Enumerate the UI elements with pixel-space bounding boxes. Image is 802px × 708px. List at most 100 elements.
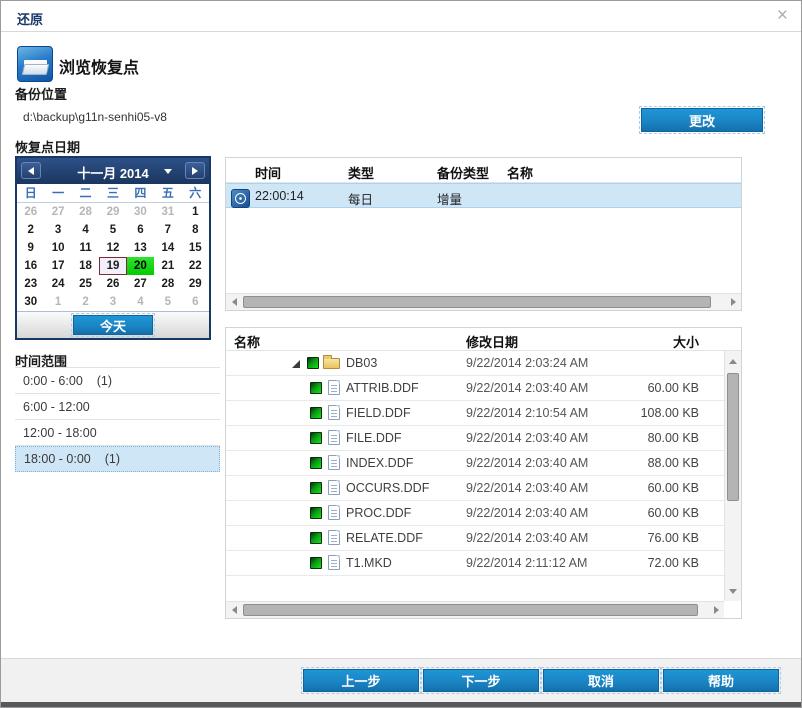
scrollbar-thumb[interactable] <box>727 373 739 501</box>
cancel-button[interactable]: 取消 <box>541 667 661 694</box>
column-header-name[interactable]: 名称 <box>234 332 260 351</box>
calendar-day[interactable]: 4 <box>127 293 154 311</box>
next-button[interactable]: 下一步 <box>421 667 541 694</box>
close-icon[interactable]: × <box>777 6 788 26</box>
calendar-day[interactable]: 7 <box>154 221 181 239</box>
file-row[interactable]: INDEX.DDF 9/22/2014 2:03:40 AM 88.00 KB <box>226 451 724 476</box>
calendar-day[interactable]: 27 <box>127 275 154 293</box>
recovery-points-table: 时间 类型 备份类型 名称 22:00:14 每日 增量 <box>225 157 742 311</box>
calendar-day[interactable]: 19 <box>99 257 127 275</box>
file-row[interactable]: FIELD.DDF 9/22/2014 2:10:54 AM 108.00 KB <box>226 401 724 426</box>
calendar-day[interactable]: 25 <box>72 275 99 293</box>
file-row[interactable]: FILE.DDF 9/22/2014 2:03:40 AM 80.00 KB <box>226 426 724 451</box>
expand-toggle-icon[interactable] <box>292 360 300 368</box>
file-checkbox[interactable] <box>310 382 322 394</box>
scroll-left-icon[interactable] <box>226 294 242 310</box>
file-checkbox[interactable] <box>307 357 319 369</box>
scrollbar-thumb[interactable] <box>243 604 698 616</box>
calendar-next-month-button[interactable] <box>185 162 205 179</box>
file-row[interactable]: ATTRIB.DDF 9/22/2014 2:03:40 AM 60.00 KB <box>226 376 724 401</box>
calendar-day[interactable]: 17 <box>44 257 71 275</box>
file-icon <box>328 530 340 545</box>
calendar-day[interactable]: 14 <box>154 239 181 257</box>
calendar-day[interactable]: 6 <box>182 293 209 311</box>
help-button[interactable]: 帮助 <box>661 667 781 694</box>
calendar-day[interactable]: 20 <box>126 257 155 275</box>
calendar-day[interactable]: 27 <box>44 203 71 221</box>
column-header-type[interactable]: 类型 <box>348 163 374 182</box>
column-header-time[interactable]: 时间 <box>255 163 281 182</box>
calendar-day[interactable]: 22 <box>182 257 209 275</box>
calendar-day[interactable]: 3 <box>99 293 126 311</box>
file-checkbox[interactable] <box>310 557 322 569</box>
time-range-item[interactable]: 0:00 - 6:00 (1) <box>15 368 220 394</box>
calendar-day[interactable]: 9 <box>17 239 44 257</box>
vertical-scrollbar[interactable] <box>724 351 741 601</box>
calendar-day[interactable]: 15 <box>182 239 209 257</box>
calendar-day[interactable]: 24 <box>44 275 71 293</box>
recovery-point-row[interactable]: 22:00:14 每日 增量 <box>226 183 741 208</box>
file-checkbox[interactable] <box>310 457 322 469</box>
file-checkbox[interactable] <box>310 432 322 444</box>
calendar-day[interactable]: 11 <box>72 239 99 257</box>
file-row[interactable]: OCCURS.DDF 9/22/2014 2:03:40 AM 60.00 KB <box>226 476 724 501</box>
column-header-name[interactable]: 名称 <box>507 163 533 182</box>
calendar-day[interactable]: 1 <box>182 203 209 221</box>
horizontal-scrollbar[interactable] <box>226 601 724 618</box>
file-checkbox[interactable] <box>310 407 322 419</box>
calendar-weekday: 日 <box>24 186 37 200</box>
file-row[interactable]: RELATE.DDF 9/22/2014 2:03:40 AM 76.00 KB <box>226 526 724 551</box>
previous-button[interactable]: 上一步 <box>301 667 421 694</box>
calendar-weekday: 四 <box>134 186 147 200</box>
file-checkbox[interactable] <box>310 482 322 494</box>
calendar-day[interactable]: 13 <box>127 239 154 257</box>
calendar-day[interactable]: 18 <box>72 257 99 275</box>
change-button[interactable]: 更改 <box>639 106 765 134</box>
calendar-day[interactable]: 30 <box>17 293 44 311</box>
calendar-day[interactable]: 26 <box>99 275 126 293</box>
scroll-up-icon[interactable] <box>725 353 741 369</box>
calendar-day[interactable]: 29 <box>99 203 126 221</box>
calendar-day[interactable]: 29 <box>182 275 209 293</box>
calendar-day[interactable]: 28 <box>154 275 181 293</box>
horizontal-scrollbar[interactable] <box>226 293 741 310</box>
calendar-day[interactable]: 31 <box>154 203 181 221</box>
file-row[interactable]: DB03 9/22/2014 2:03:24 AM <box>226 351 724 376</box>
calendar-day[interactable]: 6 <box>127 221 154 239</box>
scroll-left-icon[interactable] <box>226 602 242 618</box>
scroll-down-icon[interactable] <box>725 583 741 599</box>
scrollbar-thumb[interactable] <box>243 296 711 308</box>
calendar-dropdown-icon[interactable] <box>164 169 172 174</box>
calendar-day[interactable]: 21 <box>154 257 181 275</box>
calendar-day[interactable]: 2 <box>72 293 99 311</box>
file-checkbox[interactable] <box>310 532 322 544</box>
calendar-day[interactable]: 8 <box>182 221 209 239</box>
calendar-day[interactable]: 10 <box>44 239 71 257</box>
calendar-day[interactable]: 2 <box>17 221 44 239</box>
calendar-day[interactable]: 16 <box>17 257 44 275</box>
calendar-day[interactable]: 4 <box>72 221 99 239</box>
calendar-day[interactable]: 1 <box>44 293 71 311</box>
calendar-day[interactable]: 28 <box>72 203 99 221</box>
scroll-right-icon[interactable] <box>725 294 741 310</box>
today-button[interactable]: 今天 <box>71 313 155 337</box>
column-header-size[interactable]: 大小 <box>629 332 699 351</box>
file-checkbox[interactable] <box>310 507 322 519</box>
scroll-right-icon[interactable] <box>708 602 724 618</box>
time-range-item[interactable]: 18:00 - 0:00 (1) <box>15 446 220 472</box>
calendar-day[interactable]: 5 <box>154 293 181 311</box>
time-range-item[interactable]: 6:00 - 12:00 <box>15 394 220 420</box>
column-header-backup-type[interactable]: 备份类型 <box>437 163 489 182</box>
calendar-day[interactable]: 12 <box>99 239 126 257</box>
time-range-item[interactable]: 12:00 - 18:00 <box>15 420 220 446</box>
column-header-modified[interactable]: 修改日期 <box>466 332 518 351</box>
calendar-day[interactable]: 5 <box>99 221 126 239</box>
file-row[interactable]: T1.MKD 9/22/2014 2:11:12 AM 72.00 KB <box>226 551 724 576</box>
calendar-day[interactable]: 26 <box>17 203 44 221</box>
file-icon <box>328 455 340 470</box>
calendar-day[interactable]: 3 <box>44 221 71 239</box>
calendar-day[interactable]: 23 <box>17 275 44 293</box>
calendar-day[interactable]: 30 <box>127 203 154 221</box>
file-name: RELATE.DDF <box>346 531 423 545</box>
file-row[interactable]: PROC.DDF 9/22/2014 2:03:40 AM 60.00 KB <box>226 501 724 526</box>
